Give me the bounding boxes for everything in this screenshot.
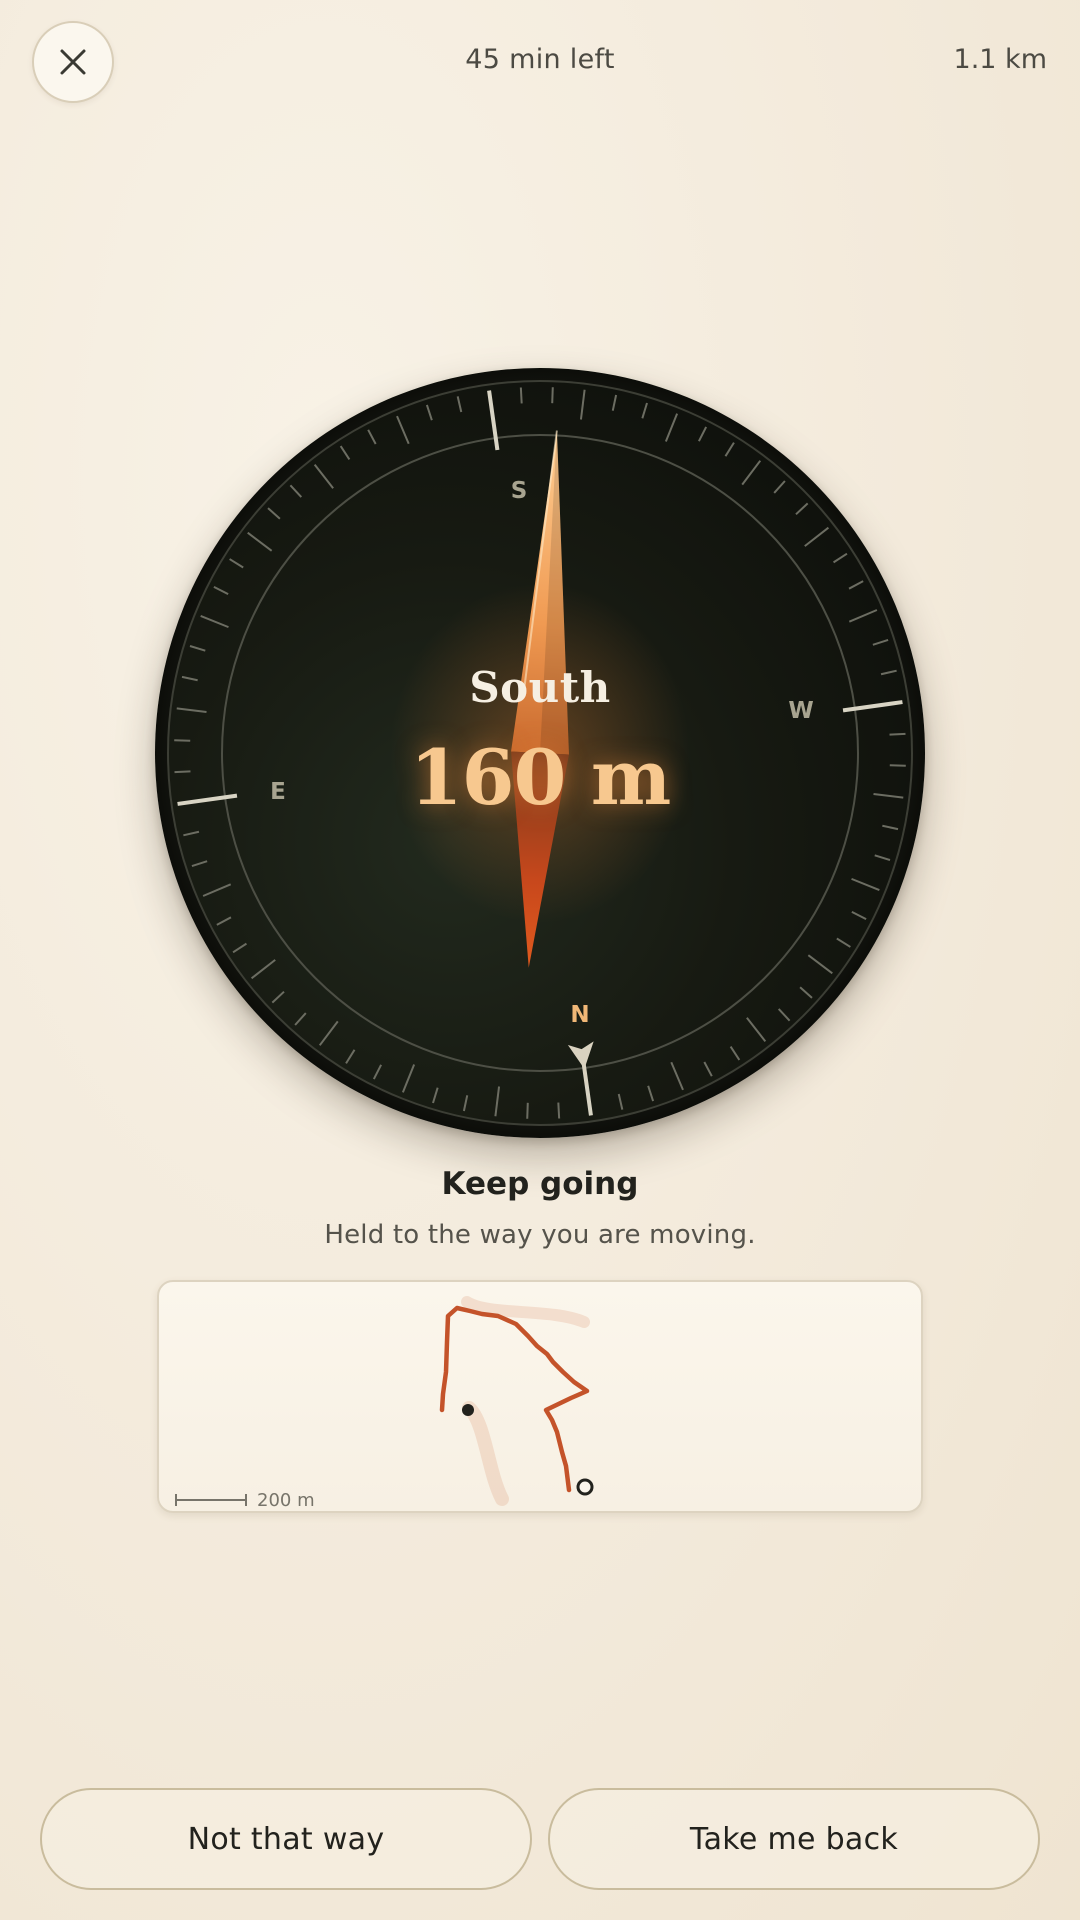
distance-total: 1.1 km	[953, 44, 1047, 75]
not-that-way-button[interactable]: Not that way	[40, 1788, 532, 1890]
status-subtitle: Held to the way you are moving.	[324, 1220, 756, 1250]
compass-face	[155, 368, 925, 1138]
map-scale-label: 200 m	[257, 1490, 315, 1511]
compass-tick	[551, 387, 554, 404]
compass-dial	[155, 368, 925, 1138]
compass-tick	[519, 387, 523, 404]
compass-tick	[174, 770, 191, 774]
take-me-back-button[interactable]: Take me back	[548, 1788, 1040, 1890]
compass-tick	[557, 1102, 561, 1119]
current-position-marker	[576, 1478, 594, 1496]
top-bar: 45 min left 1.1 km	[0, 0, 1080, 120]
route-start-dot	[462, 1404, 474, 1416]
status-title: Keep going	[441, 1166, 639, 1202]
time-left: 45 min left	[465, 44, 615, 75]
route-trace	[175, 1296, 594, 1506]
route-map[interactable]: 200 m	[157, 1280, 923, 1513]
compass-tick	[889, 732, 906, 736]
compass-tick	[526, 1102, 529, 1119]
compass-tick	[174, 739, 191, 742]
compass-tick	[889, 764, 906, 767]
